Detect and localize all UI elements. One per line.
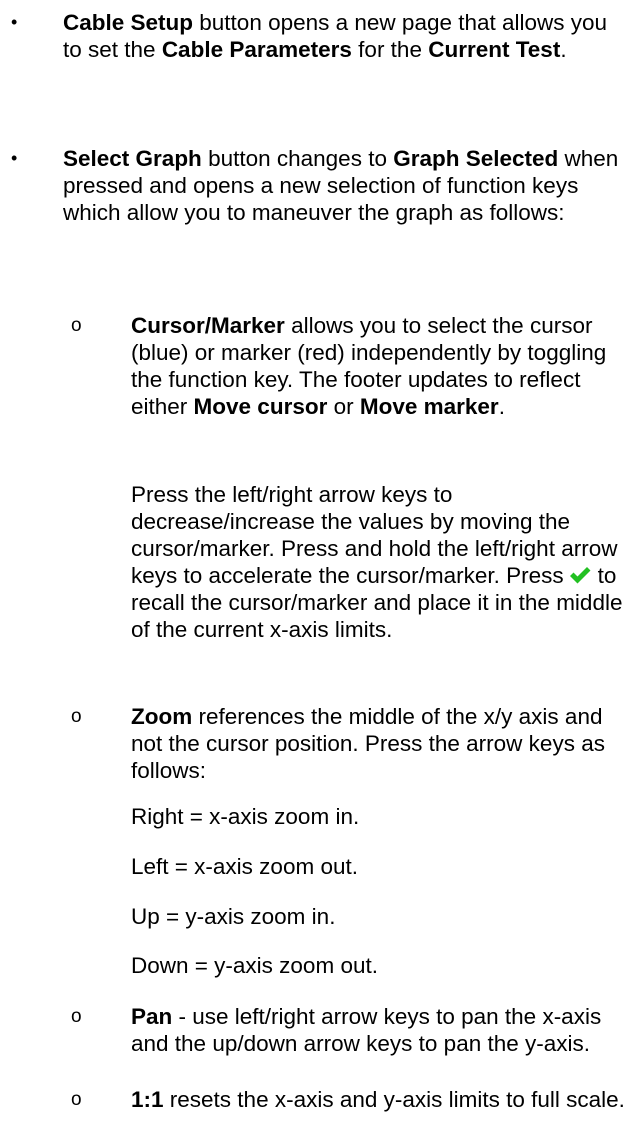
check-icon <box>568 564 592 584</box>
zoom-left: Left = x-axis zoom out. <box>131 854 358 879</box>
term-pan: Pan <box>131 1004 173 1029</box>
sub-item-one-to-one: o 1:1 resets the x-axis and y-axis limit… <box>71 1086 625 1113</box>
term-select-graph: Select Graph <box>63 146 202 171</box>
zoom-up: Up = y-axis zoom in. <box>131 904 336 929</box>
term-move-cursor: Move cursor <box>193 394 328 419</box>
term-move-marker: Move marker <box>359 394 499 419</box>
sub-item-pan: o Pan - use left/right arrow keys to pan… <box>71 1003 625 1057</box>
bullet-marker: • <box>11 12 18 32</box>
text: for the <box>351 37 429 62</box>
text: Press the left/right arrow keys to decre… <box>131 482 618 588</box>
bullet-cable-setup: • Cable Setup button opens a new page th… <box>11 9 623 63</box>
term-one-to-one: 1:1 <box>131 1087 164 1112</box>
cursor-marker-instructions: Press the left/right arrow keys to decre… <box>131 481 625 643</box>
term-current-test: Current Test <box>428 37 561 62</box>
zoom-right: Right = x-axis zoom in. <box>131 804 360 829</box>
text: . <box>498 394 505 419</box>
document-page: • Cable Setup button opens a new page th… <box>0 0 635 1128</box>
term-cable-setup: Cable Setup <box>63 10 194 35</box>
bullet-select-graph: • Select Graph button changes to Graph S… <box>11 145 623 226</box>
text: references the middle of the x/y axis an… <box>131 704 605 783</box>
term-cable-parameters: Cable Parameters <box>161 37 352 62</box>
text: button changes to <box>201 146 394 171</box>
text: - use left/right arrow keys to pan the x… <box>131 1004 602 1056</box>
text: resets the x-axis and y-axis limits to f… <box>163 1087 625 1112</box>
sub-bullet-marker: o <box>71 1006 82 1027</box>
sub-item-zoom: o Zoom references the middle of the x/y … <box>71 703 625 784</box>
sub-bullet-marker: o <box>71 1089 82 1110</box>
term-zoom: Zoom <box>131 704 193 729</box>
term-graph-selected: Graph Selected <box>393 146 559 171</box>
bullet-marker: • <box>11 148 18 168</box>
zoom-down: Down = y-axis zoom out. <box>131 953 378 978</box>
sub-item-cursor-marker: o Cursor/Marker allows you to select the… <box>71 312 625 420</box>
term-cursor-marker: Cursor/Marker <box>131 313 285 338</box>
text: . <box>560 37 567 62</box>
sub-bullet-marker: o <box>71 315 82 336</box>
text: or <box>327 394 360 419</box>
sub-bullet-marker: o <box>71 706 82 727</box>
